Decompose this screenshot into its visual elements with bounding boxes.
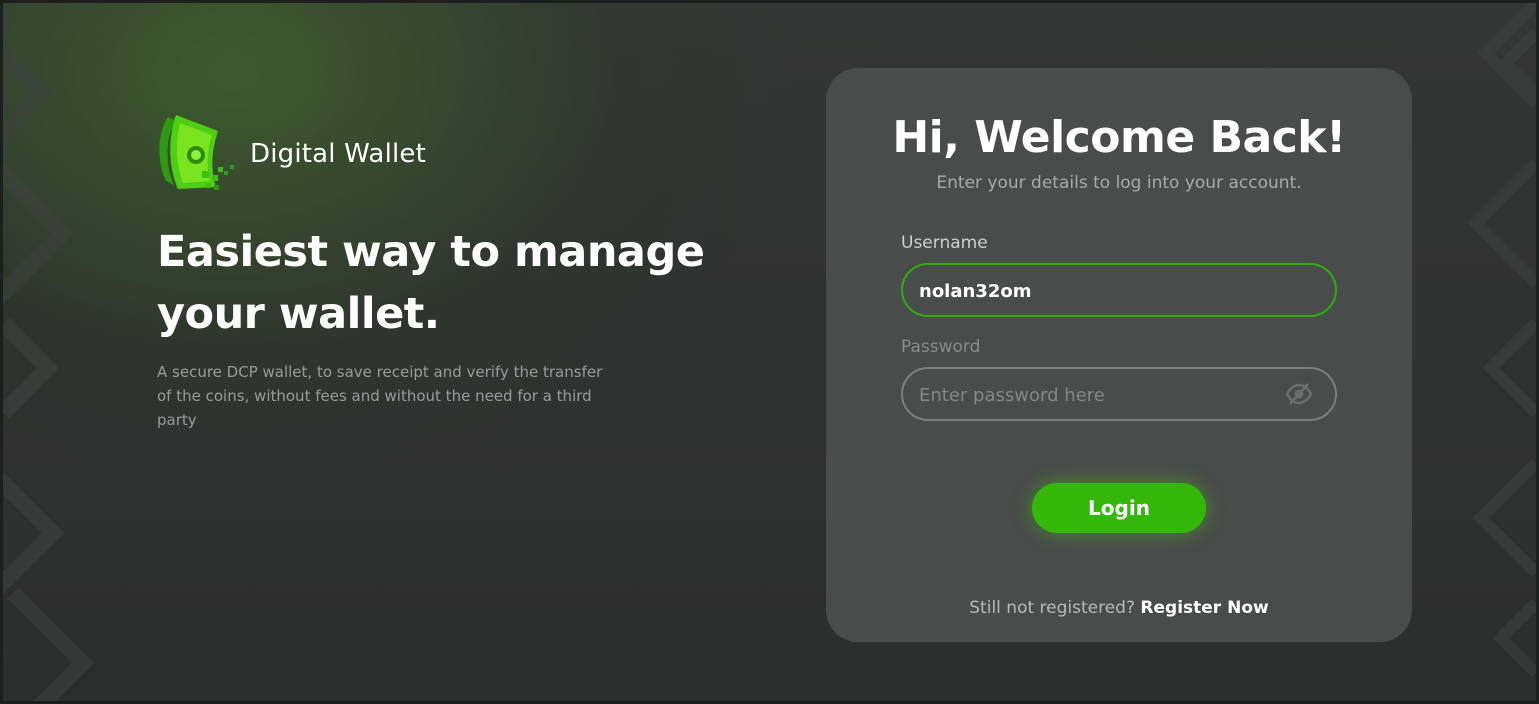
background-pattern-left — [3, 41, 93, 701]
welcome-title: Hi, Welcome Back! — [892, 112, 1346, 163]
welcome-subtitle: Enter your details to log into your acco… — [936, 173, 1302, 193]
username-field[interactable] — [901, 263, 1337, 317]
hero-headline: Easiest way to manage your wallet. — [157, 221, 757, 345]
login-button[interactable]: Login — [1032, 483, 1206, 533]
password-field[interactable] — [901, 367, 1337, 421]
register-prompt: Still not registered? Register Now — [826, 598, 1412, 618]
brand: Digital Wallet — [156, 111, 426, 197]
hero-description: A secure DCP wallet, to save receipt and… — [157, 363, 603, 429]
brand-name: Digital Wallet — [250, 139, 427, 169]
money-wallet-logo-icon — [159, 115, 234, 190]
login-card: Hi, Welcome Back! Enter your details to … — [826, 68, 1412, 642]
eye-slash-icon[interactable] — [1285, 382, 1313, 406]
background-pattern-right — [1467, 3, 1536, 678]
password-label: Password — [901, 337, 981, 357]
password-input[interactable] — [917, 369, 1281, 421]
login-page: Digital Wallet Easiest way to manage you… — [0, 0, 1539, 704]
register-prompt-text: Still not registered? — [969, 598, 1135, 618]
hero-headline-line2: your wallet. — [157, 289, 440, 339]
register-now-link[interactable]: Register Now — [1140, 598, 1268, 618]
hero-headline-line1: Easiest way to manage — [157, 227, 705, 277]
username-label: Username — [901, 233, 988, 253]
username-input[interactable] — [917, 265, 1281, 317]
